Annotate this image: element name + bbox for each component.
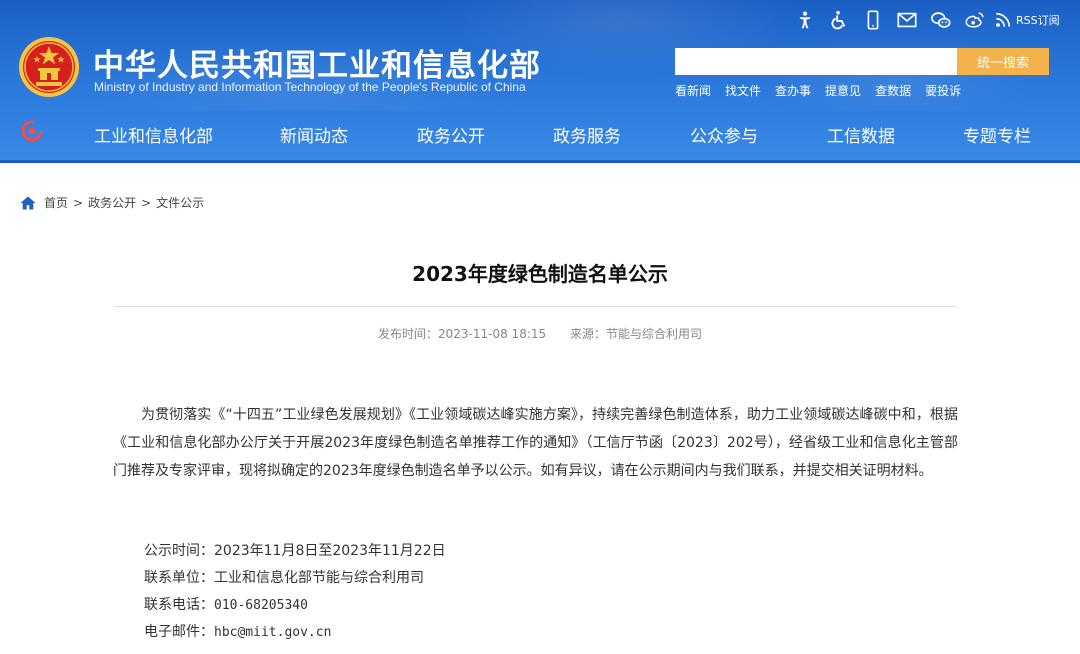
home-icon[interactable] (20, 196, 36, 210)
rss-label: RSS订阅 (1016, 14, 1060, 27)
title-divider (114, 306, 956, 307)
wechat-icon[interactable] (924, 8, 958, 32)
article-meta: 发布时间：2023-11-08 18:15 来源：节能与综合利用司 (0, 325, 1080, 342)
email-label: 电子邮件： (144, 624, 214, 640)
article-paragraph: 为贯彻落实《“十四五”工业绿色发展规划》《工业领域碳达峰实施方案》，持续完善绿色… (113, 407, 958, 479)
search-button[interactable]: 统一搜索 (957, 48, 1049, 75)
site-title: 中华人民共和国工业和信息化部 (93, 48, 541, 84)
rss-icon (996, 12, 1011, 27)
breadcrumb: 首页 > 政务公开 > 文件公示 (20, 194, 204, 211)
publicity-label: 公示时间： (144, 543, 214, 559)
unit-value: 工业和信息化部节能与综合利用司 (214, 570, 424, 586)
nav-item-data[interactable]: 工信数据 (827, 122, 895, 147)
breadcrumb-disclosure[interactable]: 政务公开 (88, 194, 136, 211)
breadcrumb-separator: > (73, 195, 84, 210)
national-emblem-icon (19, 37, 79, 97)
main-nav: 工业和信息化部 新闻动态 政务公开 政务服务 公众参与 工信数据 专题专栏 (0, 111, 1080, 155)
site-header: 中华人民共和国工业和信息化部 Ministry of Industry and … (0, 0, 1080, 163)
contact-email: 电子邮件：hbc@miit.gov.cn (144, 621, 331, 641)
nav-item-disclosure[interactable]: 政务公开 (417, 122, 485, 147)
nav-item-ministry[interactable]: 工业和信息化部 (94, 122, 213, 147)
contact-unit: 联系单位：工业和信息化部节能与综合利用司 (144, 567, 424, 587)
article-source: 来源：节能与综合利用司 (569, 327, 702, 341)
breadcrumb-file-notice[interactable]: 文件公示 (156, 194, 204, 211)
accessibility-icon[interactable] (788, 8, 822, 32)
phone-value: 010-68205340 (214, 598, 308, 613)
toolbar-icons: RSS订阅 (788, 8, 1060, 32)
quick-link-services[interactable]: 查办事 (775, 82, 811, 99)
nav-item-services[interactable]: 政务服务 (553, 122, 621, 147)
article-title: 2023年度绿色制造名单公示 (412, 262, 668, 286)
quick-link-news[interactable]: 看新闻 (675, 82, 711, 99)
site-subtitle: Ministry of Industry and Information Tec… (94, 80, 526, 94)
quick-link-complaint[interactable]: 要投诉 (925, 82, 961, 99)
quick-link-data[interactable]: 查数据 (875, 82, 911, 99)
nav-item-participation[interactable]: 公众参与 (690, 122, 758, 147)
weibo-icon[interactable] (958, 8, 992, 32)
rss-link[interactable]: RSS订阅 (992, 10, 1060, 30)
publicity-period: 公示时间：2023年11月8日至2023年11月22日 (144, 540, 446, 560)
breadcrumb-home[interactable]: 首页 (44, 194, 68, 211)
email-value[interactable]: hbc@miit.gov.cn (214, 625, 331, 640)
ministry-logo-icon[interactable] (20, 119, 44, 143)
contact-phone: 联系电话：010-68205340 (144, 594, 308, 614)
wheelchair-icon[interactable] (822, 8, 856, 32)
breadcrumb-separator: > (141, 195, 152, 210)
search-input[interactable] (675, 48, 957, 75)
nav-item-topics[interactable]: 专题专栏 (963, 122, 1031, 147)
publicity-value: 2023年11月8日至2023年11月22日 (214, 543, 446, 559)
header-divider (0, 160, 1080, 163)
unit-label: 联系单位： (144, 570, 214, 586)
quick-link-files[interactable]: 找文件 (725, 82, 761, 99)
quick-links: 看新闻 找文件 查办事 提意见 查数据 要投诉 (675, 82, 975, 99)
mobile-icon[interactable] (856, 8, 890, 32)
phone-label: 联系电话： (144, 597, 214, 613)
publish-time: 发布时间：2023-11-08 18:15 (378, 327, 547, 341)
mail-icon[interactable] (890, 8, 924, 32)
quick-link-feedback[interactable]: 提意见 (825, 82, 861, 99)
nav-item-news[interactable]: 新闻动态 (280, 122, 348, 147)
